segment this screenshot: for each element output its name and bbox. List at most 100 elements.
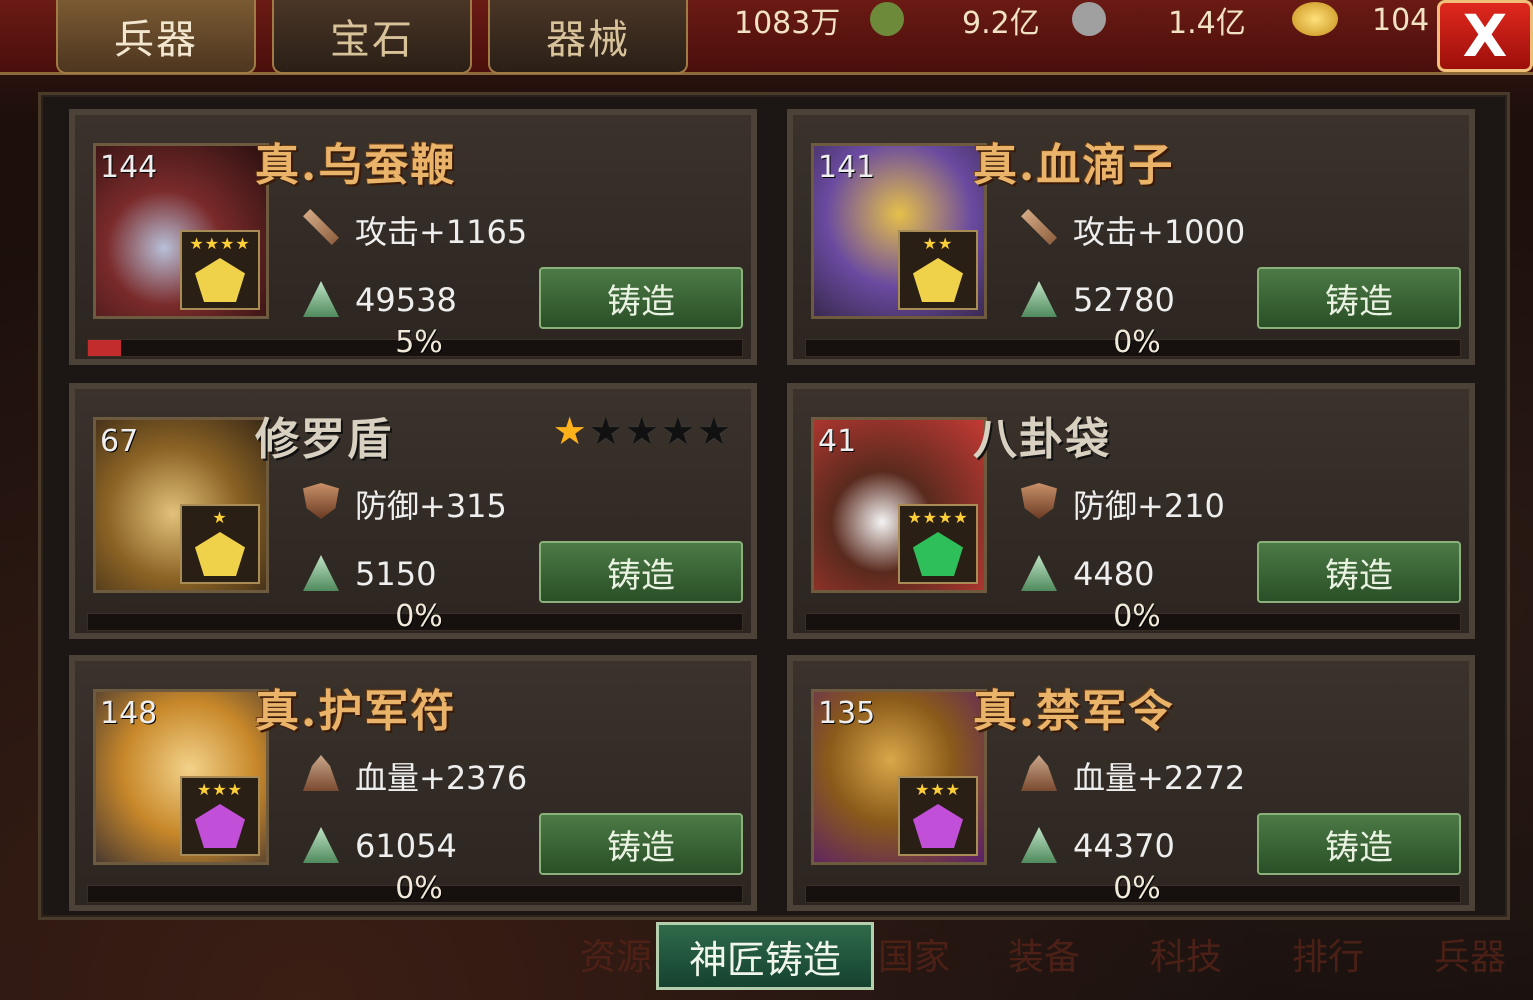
ore-icon xyxy=(1021,281,1057,317)
star-empty-icon: ★ xyxy=(696,409,733,453)
weapon-stat: 血量+2376 xyxy=(355,759,528,797)
weapon-name: 修罗盾 xyxy=(255,414,393,465)
weapon-card: 135 ★★★ 真.禁军令 血量+2272 44370 铸造 0% xyxy=(787,655,1475,911)
weapon-name: 真.禁军令 xyxy=(973,686,1175,737)
resource-stone: 9.2亿 xyxy=(962,0,1040,41)
ore-icon xyxy=(1021,555,1057,591)
top-bar: 兵器 宝石 器械 1083万 9.2亿 1.4亿 104 X xyxy=(0,0,1533,75)
gem-icon xyxy=(913,532,963,576)
star-empty-icon: ★ xyxy=(624,409,661,453)
nav-weapons[interactable]: 兵器 xyxy=(1434,928,1506,980)
forge-button[interactable]: 铸造 xyxy=(1257,813,1461,875)
weapon-card: 67 ★ 修罗盾 ★★★★★ 防御+315 5150 铸造 0% xyxy=(69,383,757,639)
resource-grain: 1083万 xyxy=(734,0,841,41)
forge-progress-label: 0% xyxy=(1113,871,1161,906)
weapon-thumbnail[interactable]: 135 ★★★ xyxy=(811,689,987,865)
forge-cost: 49538 xyxy=(355,281,457,319)
resource-gold-value: 104 xyxy=(1372,2,1430,38)
gem-stars: ★★★ xyxy=(196,780,244,799)
weapon-level: 135 xyxy=(818,696,876,731)
forge-progress-label: 5% xyxy=(395,325,443,360)
nav-country[interactable]: 国家 xyxy=(878,928,950,980)
resource-coin: 1.4亿 xyxy=(1168,0,1246,41)
ore-icon xyxy=(303,827,339,863)
weapon-name: 真.乌蚕鞭 xyxy=(255,140,457,191)
star-empty-icon: ★ xyxy=(660,409,697,453)
grain-icon xyxy=(870,2,904,36)
nav-technology[interactable]: 科技 xyxy=(1150,928,1222,980)
weapon-thumbnail[interactable]: 41 ★★★★ xyxy=(811,417,987,593)
weapon-stat: 防御+315 xyxy=(355,487,507,525)
ore-icon xyxy=(303,555,339,591)
ore-icon xyxy=(303,281,339,317)
gem-stars: ★ xyxy=(212,508,228,527)
forge-cost: 61054 xyxy=(355,827,457,865)
gem-slot[interactable]: ★★★★ xyxy=(180,230,260,310)
shield-icon xyxy=(303,483,339,519)
shield-icon xyxy=(1021,483,1057,519)
forge-progress-label: 0% xyxy=(1113,325,1161,360)
gem-icon xyxy=(913,258,963,302)
forge-cost: 4480 xyxy=(1073,555,1155,593)
resource-grain-value: 1083万 xyxy=(734,6,841,41)
weapon-level: 148 xyxy=(100,696,158,731)
weapon-card: 144 ★★★★ 真.乌蚕鞭 攻击+1165 49538 铸造 5% xyxy=(69,109,757,365)
weapon-thumbnail[interactable]: 148 ★★★ xyxy=(93,689,269,865)
gem-slot[interactable]: ★★ xyxy=(898,230,978,310)
weapon-stat: 攻击+1000 xyxy=(1073,213,1246,251)
resource-coin-value: 1.4亿 xyxy=(1168,6,1246,41)
weapon-thumbnail[interactable]: 144 ★★★★ xyxy=(93,143,269,319)
gem-stars: ★★ xyxy=(922,234,954,253)
weapon-name: 八卦袋 xyxy=(973,414,1111,465)
gem-icon xyxy=(195,258,245,302)
gem-icon xyxy=(195,532,245,576)
weapon-stat: 血量+2272 xyxy=(1073,759,1246,797)
weapon-thumbnail[interactable]: 141 ★★ xyxy=(811,143,987,319)
tab-machinery[interactable]: 器械 xyxy=(488,0,688,74)
weapon-level: 67 xyxy=(100,424,139,459)
master-forge-button[interactable]: 神匠铸造 xyxy=(656,922,874,990)
gem-slot[interactable]: ★★★ xyxy=(898,776,978,856)
gold-ingot-icon xyxy=(1292,2,1338,36)
forge-cost: 5150 xyxy=(355,555,437,593)
weapon-level: 141 xyxy=(818,150,876,185)
forge-button[interactable]: 铸造 xyxy=(539,267,743,329)
weapon-card: 141 ★★ 真.血滴子 攻击+1000 52780 铸造 0% xyxy=(787,109,1475,365)
star-empty-icon: ★ xyxy=(588,409,625,453)
health-icon xyxy=(303,755,339,791)
stone-icon xyxy=(1072,2,1106,36)
weapon-stat: 防御+210 xyxy=(1073,487,1225,525)
tab-gems[interactable]: 宝石 xyxy=(272,0,472,74)
weapons-panel: 144 ★★★★ 真.乌蚕鞭 攻击+1165 49538 铸造 5% 141 ★… xyxy=(38,92,1510,920)
star-filled-icon: ★ xyxy=(552,409,589,453)
sword-icon xyxy=(303,209,339,245)
forge-button[interactable]: 铸造 xyxy=(1257,541,1461,603)
forge-button[interactable]: 铸造 xyxy=(539,541,743,603)
forge-progress-label: 0% xyxy=(1113,599,1161,634)
health-icon xyxy=(1021,755,1057,791)
forge-button[interactable]: 铸造 xyxy=(539,813,743,875)
gem-slot[interactable]: ★★★★ xyxy=(898,504,978,584)
weapon-level: 41 xyxy=(818,424,857,459)
close-button[interactable]: X xyxy=(1437,0,1533,72)
gem-slot[interactable]: ★★★ xyxy=(180,776,260,856)
tab-weapons[interactable]: 兵器 xyxy=(56,0,256,74)
weapon-card: 41 ★★★★ 八卦袋 防御+210 4480 铸造 0% xyxy=(787,383,1475,639)
gem-stars: ★★★ xyxy=(914,780,962,799)
sword-icon xyxy=(1021,209,1057,245)
gem-stars: ★★★★ xyxy=(907,508,969,527)
gem-stars: ★★★★ xyxy=(189,234,251,253)
weapon-level: 144 xyxy=(100,150,158,185)
forge-progress-label: 0% xyxy=(395,599,443,634)
weapon-thumbnail[interactable]: 67 ★ xyxy=(93,417,269,593)
nav-resources[interactable]: 资源 xyxy=(580,928,652,980)
forge-progress-label: 0% xyxy=(395,871,443,906)
forge-button[interactable]: 铸造 xyxy=(1257,267,1461,329)
gem-slot[interactable]: ★ xyxy=(180,504,260,584)
close-icon: X xyxy=(1462,2,1508,70)
nav-ranking[interactable]: 排行 xyxy=(1292,928,1364,980)
resource-stone-value: 9.2亿 xyxy=(962,6,1040,41)
gem-icon xyxy=(913,804,963,848)
gem-icon xyxy=(195,804,245,848)
nav-equipment[interactable]: 装备 xyxy=(1008,928,1080,980)
